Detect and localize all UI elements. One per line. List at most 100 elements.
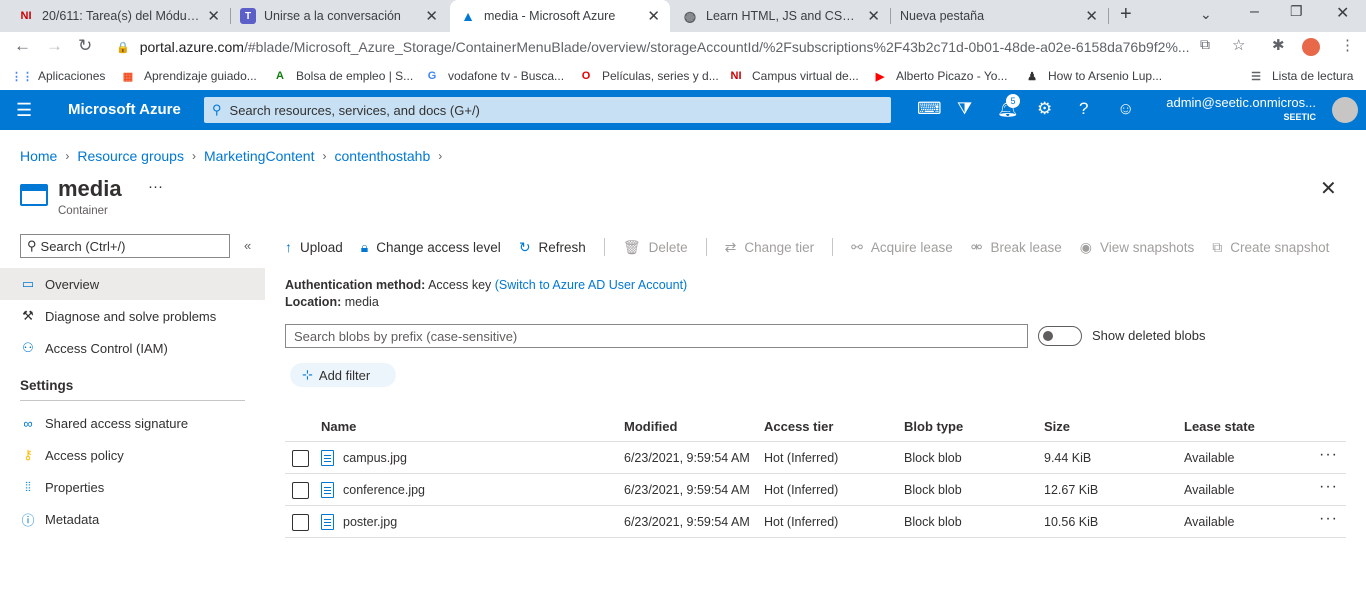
sidebar-item-access-policy[interactable]: ⚷ Access policy — [0, 439, 265, 471]
bookmark-label: Alberto Picazo - Yo... — [896, 69, 1008, 83]
back-icon[interactable]: ← — [14, 36, 31, 56]
reading-list-icon: ☰ — [1251, 70, 1261, 83]
table-row[interactable]: conference.jpg 6/23/2021, 9:59:54 AM Hot… — [285, 474, 1346, 506]
breadcrumb-home[interactable]: Home — [20, 148, 57, 164]
show-deleted-blobs-toggle[interactable] — [1038, 326, 1082, 346]
break-lease-button[interactable]: ⚮ Break lease — [971, 239, 1062, 256]
browser-menu-icon[interactable]: ⋮ — [1340, 36, 1355, 54]
change-tier-button[interactable]: ⇄ Change tier — [725, 239, 815, 256]
new-tab-icon[interactable]: + — [1120, 3, 1132, 26]
close-blade-icon[interactable]: ✕ — [1320, 176, 1337, 201]
breadcrumb-resource-group[interactable]: MarketingContent — [204, 148, 315, 164]
portal-menu-icon[interactable]: ☰ — [16, 100, 32, 121]
account-menu[interactable]: admin@seetic.onmicros... SEETIC — [1166, 96, 1316, 124]
avatar[interactable] — [1332, 97, 1358, 123]
change-access-level-button[interactable]: 🔒︎ Change access level — [361, 239, 501, 256]
create-snapshot-button[interactable]: ⧉ Create snapshot — [1212, 239, 1329, 256]
sidebar-item-diagnose[interactable]: ⚒ Diagnose and solve problems — [0, 300, 265, 332]
bookmark[interactable]: ▶ Alberto Picazo - Yo... — [872, 68, 1008, 84]
sidebar-item-properties[interactable]: ⦙⦙ Properties — [0, 471, 265, 503]
browser-tab[interactable]: NI 20/611: Tarea(s) del Módulo 3 ✕ — [8, 0, 230, 32]
bookmark[interactable]: O Películas, series y d... — [578, 68, 719, 84]
help-icon[interactable]: ? — [1079, 99, 1088, 119]
bookmark-apps[interactable]: ⋮⋮ Aplicaciones — [11, 68, 106, 84]
extensions-icon[interactable]: ✱ — [1272, 36, 1285, 54]
switch-auth-link[interactable]: (Switch to Azure AD User Account) — [495, 278, 687, 292]
bookmark[interactable]: Gvodafone tv - Busca... — [424, 68, 564, 84]
sidebar-item-overview[interactable]: ▭ Overview — [0, 268, 265, 300]
container-icon — [20, 184, 48, 206]
view-snapshots-button[interactable]: ◉ View snapshots — [1080, 239, 1195, 256]
forward-icon[interactable]: → — [46, 36, 63, 56]
azure-brand[interactable]: Microsoft Azure — [68, 101, 181, 118]
global-search-input[interactable]: ⚲ Search resources, services, and docs (… — [204, 97, 891, 123]
browser-tab[interactable]: T Unirse a la conversación ✕ — [230, 0, 448, 32]
blob-name-link[interactable]: conference.jpg — [343, 483, 425, 497]
url-field[interactable]: 🔒 portal.azure.com/#blade/Microsoft_Azur… — [116, 34, 1226, 60]
close-tab-icon[interactable]: ✕ — [207, 7, 220, 25]
breadcrumb-storage-account[interactable]: contenthostahb — [335, 148, 431, 164]
bookmark-label: How to Arsenio Lup... — [1048, 69, 1163, 83]
blob-size: 9.44 KiB — [1044, 451, 1092, 465]
bookmark[interactable]: A Bolsa de empleo | S... — [272, 68, 413, 84]
browser-tab-active[interactable]: ▲ media - Microsoft Azure ✕ — [450, 0, 670, 32]
row-checkbox[interactable] — [292, 514, 309, 531]
column-header-blob-type[interactable]: Blob type — [904, 419, 963, 434]
blob-name-link[interactable]: poster.jpg — [343, 515, 397, 529]
sidebar-item-shared-access-signature[interactable]: ∞ Shared access signature — [0, 407, 265, 439]
menu-search-input[interactable]: ⚲ Search (Ctrl+/) — [20, 234, 230, 258]
column-header-lease-state[interactable]: Lease state — [1184, 419, 1255, 434]
tab-search-icon[interactable]: ⌄ — [1200, 6, 1212, 23]
row-checkbox[interactable] — [292, 482, 309, 499]
profile-avatar[interactable] — [1302, 38, 1320, 56]
acquire-lease-button[interactable]: ⚯ Acquire lease — [851, 239, 953, 256]
upload-label: Upload — [300, 239, 343, 255]
sidebar-item-iam[interactable]: ⚇ Access Control (IAM) — [0, 332, 265, 364]
bookmark[interactable]: ♟ How to Arsenio Lup... — [1024, 68, 1162, 84]
column-header-modified[interactable]: Modified — [624, 419, 677, 434]
close-tab-icon[interactable]: ✕ — [867, 7, 880, 25]
toolbar-divider — [603, 238, 605, 256]
feedback-icon[interactable]: ☺ — [1117, 99, 1134, 119]
table-row[interactable]: campus.jpg 6/23/2021, 9:59:54 AM Hot (In… — [285, 442, 1346, 474]
close-tab-icon[interactable]: ✕ — [1085, 7, 1098, 25]
settings-gear-icon[interactable]: ⚙ — [1037, 99, 1052, 119]
bookmark-label: Aplicaciones — [38, 69, 106, 83]
row-more-actions-icon[interactable]: ··· — [1319, 446, 1338, 464]
upload-button[interactable]: ↑ Upload — [285, 239, 343, 255]
bookmark[interactable]: NI Campus virtual de... — [728, 68, 859, 84]
more-actions-button[interactable]: ··· — [148, 178, 163, 195]
add-filter-button[interactable]: ⊹ Add filter — [290, 363, 396, 387]
breadcrumb-resource-groups[interactable]: Resource groups — [77, 148, 184, 164]
sidebar-item-label: Diagnose and solve problems — [45, 308, 217, 324]
close-tab-icon[interactable]: ✕ — [425, 7, 438, 25]
column-header-size[interactable]: Size — [1044, 419, 1070, 434]
row-checkbox[interactable] — [292, 450, 309, 467]
reading-list[interactable]: ☰ Lista de lectura — [1248, 68, 1353, 84]
translate-icon[interactable]: ⧉ — [1200, 36, 1210, 53]
minimize-icon[interactable]: – — [1250, 3, 1259, 21]
row-more-actions-icon[interactable]: ··· — [1319, 478, 1338, 496]
restore-icon[interactable]: ❐ — [1290, 3, 1303, 20]
collapse-menu-icon[interactable]: « — [244, 238, 251, 253]
refresh-button[interactable]: ↻ Refresh — [519, 239, 586, 256]
row-more-actions-icon[interactable]: ··· — [1319, 510, 1338, 528]
column-header-access-tier[interactable]: Access tier — [764, 419, 833, 434]
cloud-shell-icon[interactable]: ⌨ — [917, 99, 942, 119]
blob-prefix-search-input[interactable]: Search blobs by prefix (case-sensitive) — [285, 324, 1028, 348]
window-close-icon[interactable]: ✕ — [1336, 3, 1349, 23]
close-tab-icon[interactable]: ✕ — [647, 7, 660, 25]
bookmark-star-icon[interactable]: ☆ — [1232, 36, 1245, 54]
sidebar-item-metadata[interactable]: ⓘ Metadata — [0, 503, 265, 535]
table-row[interactable]: poster.jpg 6/23/2021, 9:59:54 AM Hot (In… — [285, 506, 1346, 538]
directory-filter-icon[interactable]: ⧩ — [957, 99, 972, 119]
column-header-name[interactable]: Name — [321, 419, 356, 434]
resource-menu: ⚲ Search (Ctrl+/) « ▭ Overview ⚒ Diagnos… — [0, 234, 265, 535]
blob-name-link[interactable]: campus.jpg — [343, 451, 407, 465]
bookmark[interactable]: ▦ Aprendizaje guiado... — [120, 68, 257, 84]
reload-icon[interactable]: ↻ — [78, 36, 92, 56]
delete-button[interactable]: 🗑︎ Delete — [623, 239, 688, 256]
browser-tab[interactable]: Nueva pestaña ✕ — [890, 0, 1108, 32]
browser-tab-strip: NI 20/611: Tarea(s) del Módulo 3 ✕ T Uni… — [0, 0, 1366, 32]
browser-tab[interactable]: ◍ Learn HTML, JS and CSS with ✕ — [672, 0, 890, 32]
